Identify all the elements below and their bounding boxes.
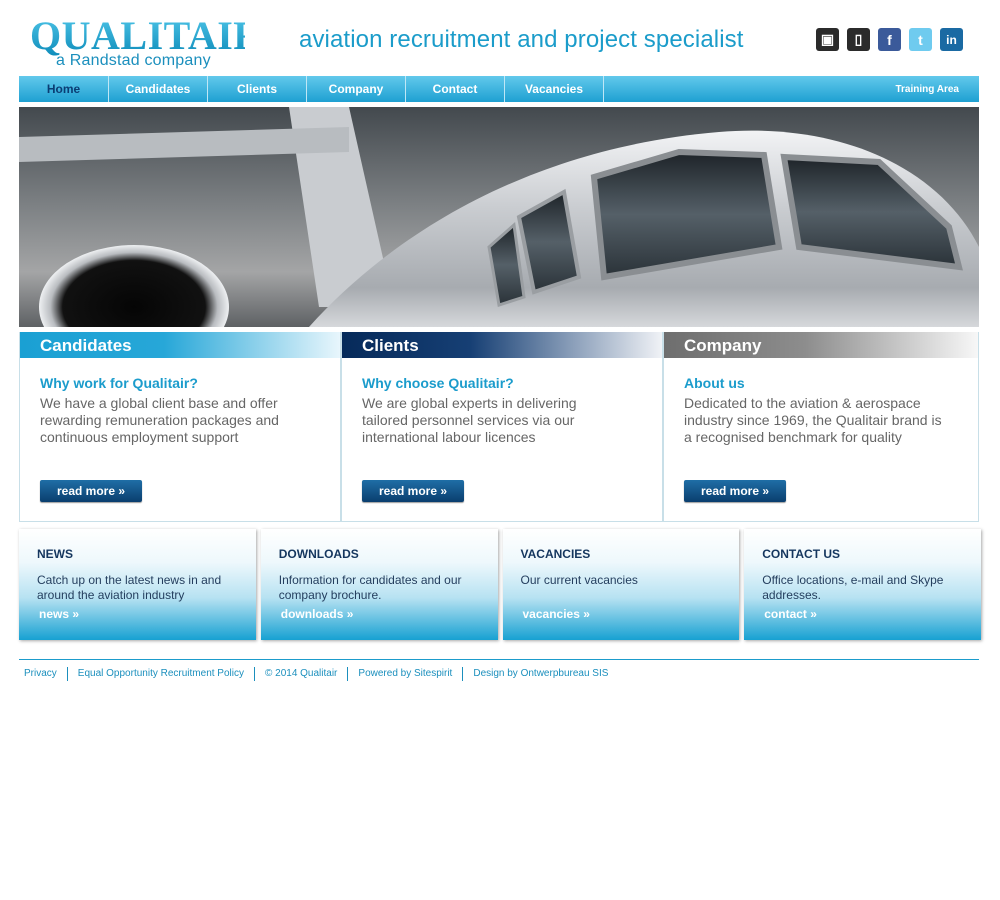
company-read-more-button[interactable]: read more » <box>684 480 786 502</box>
clients-panel: Clients Why choose Qualitair? We are glo… <box>341 332 663 522</box>
nav-item-home[interactable]: Home <box>19 76 109 102</box>
hero-banner-image <box>19 107 979 327</box>
vacancies-link[interactable]: vacancies » <box>523 607 590 621</box>
panel-subtitle[interactable]: About us <box>684 375 745 391</box>
panel-text: We have a global client base and offer r… <box>40 395 279 445</box>
panel-text: Dedicated to the aviation & aerospace in… <box>684 395 942 445</box>
qualitair-logo[interactable]: QUALITAIR a Randstad company <box>30 13 263 72</box>
info-boxes: NEWS Catch up on the latest news in and … <box>19 529 981 641</box>
nav-item-contact[interactable]: Contact <box>406 76 505 102</box>
box-text: Information for candidates and our compa… <box>278 573 462 602</box>
twitter-icon[interactable]: t <box>909 28 932 51</box>
site-tagline: aviation recruitment and project special… <box>299 26 744 53</box>
footer-link-design[interactable]: Design by Ontwerpbureau SIS <box>463 667 618 681</box>
box-text: Office locations, e-mail and Skype addre… <box>762 573 944 602</box>
android-icon[interactable]: ▣ <box>816 28 839 51</box>
panel-subtitle[interactable]: Why choose Qualitair? <box>362 375 514 391</box>
aircraft-illustration <box>19 107 979 327</box>
footer-link-privacy[interactable]: Privacy <box>19 667 68 681</box>
footer-link-equal-opportunity[interactable]: Equal Opportunity Recruitment Policy <box>68 667 255 681</box>
contact-box[interactable]: CONTACT US Office locations, e-mail and … <box>744 529 981 640</box>
panel-title: Clients <box>342 332 662 358</box>
feature-panels: Candidates Why work for Qualitair? We ha… <box>19 332 979 522</box>
footer-link-sitespirit[interactable]: Powered by Sitespirit <box>348 667 464 681</box>
footer-copyright: © 2014 Qualitair <box>255 667 349 681</box>
nav-item-training-area[interactable]: Training Area <box>895 76 959 102</box>
news-link[interactable]: news » <box>39 607 79 621</box>
panel-subtitle[interactable]: Why work for Qualitair? <box>40 375 198 391</box>
box-title: NEWS <box>37 547 73 561</box>
box-text: Our current vacancies <box>520 573 638 587</box>
nav-item-clients[interactable]: Clients <box>208 76 307 102</box>
company-panel: Company About us Dedicated to the aviati… <box>663 332 979 522</box>
box-title: VACANCIES <box>520 547 591 561</box>
contact-link[interactable]: contact » <box>764 607 817 621</box>
facebook-icon[interactable]: f <box>878 28 901 51</box>
social-links: ▣ ▯ f t in <box>816 28 963 51</box>
linkedin-icon[interactable]: in <box>940 28 963 51</box>
downloads-link[interactable]: downloads » <box>281 607 354 621</box>
nav-item-vacancies[interactable]: Vacancies <box>505 76 604 102</box>
panel-title: Candidates <box>20 332 340 358</box>
mobile-icon[interactable]: ▯ <box>847 28 870 51</box>
main-nav: Home Candidates Clients Company Contact … <box>19 76 979 102</box>
downloads-box[interactable]: DOWNLOADS Information for candidates and… <box>260 529 498 640</box>
clients-read-more-button[interactable]: read more » <box>362 480 464 502</box>
panel-text: We are global experts in delivering tail… <box>362 395 577 445</box>
logo-wordmark: QUALITAIR <box>30 13 263 58</box>
vacancies-box[interactable]: VACANCIES Our current vacancies vacancie… <box>502 529 740 640</box>
footer: Privacy Equal Opportunity Recruitment Po… <box>19 659 979 681</box>
box-text: Catch up on the latest news in and aroun… <box>37 573 222 602</box>
news-box[interactable]: NEWS Catch up on the latest news in and … <box>19 529 256 640</box>
nav-item-company[interactable]: Company <box>307 76 406 102</box>
box-title: CONTACT US <box>762 547 841 561</box>
candidates-panel: Candidates Why work for Qualitair? We ha… <box>19 332 341 522</box>
candidates-read-more-button[interactable]: read more » <box>40 480 142 502</box>
panel-title: Company <box>664 332 978 358</box>
box-title: DOWNLOADS <box>278 547 359 561</box>
nav-item-candidates[interactable]: Candidates <box>109 76 208 102</box>
logo-subtitle: a Randstad company <box>56 52 211 69</box>
